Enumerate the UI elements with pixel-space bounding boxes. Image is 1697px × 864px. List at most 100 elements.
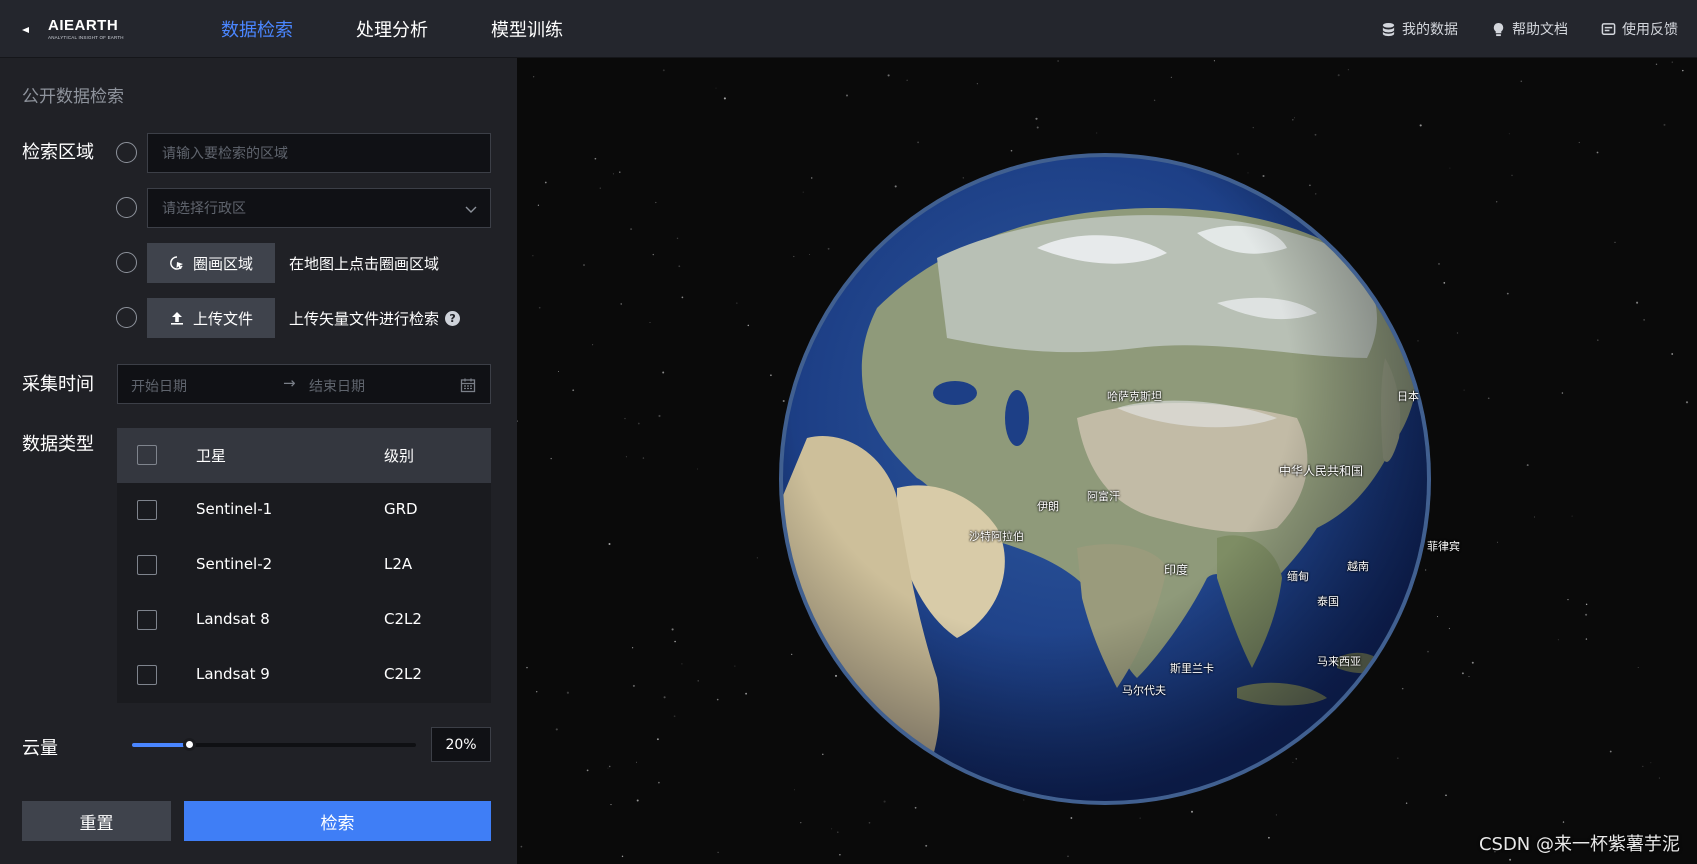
star (671, 628, 674, 631)
table-row[interactable]: Sentinel-2 L2A (117, 538, 491, 593)
star (868, 821, 871, 824)
region-search-input[interactable]: 请输入要检索的区域 (147, 133, 491, 173)
star (610, 804, 612, 806)
cloud-cover-slider[interactable] (132, 738, 416, 751)
star (791, 653, 793, 656)
radio-admin-select[interactable] (116, 197, 137, 218)
date-range-picker[interactable]: 开始日期 → 结束日期 (117, 364, 491, 404)
row-checkbox[interactable] (137, 500, 157, 520)
radio-upload-file[interactable] (116, 307, 137, 328)
star (1663, 123, 1666, 126)
star (557, 370, 560, 373)
globe-map-view[interactable]: 中华人民共和国 印度 斯里兰卡 马尔代夫 哈萨克斯坦 阿富汗 伊朗 沙特阿拉伯 … (517, 58, 1697, 864)
star (1655, 63, 1658, 65)
satellite-name: Landsat 8 (196, 610, 270, 628)
star (655, 201, 657, 204)
search-panel: 公开数据检索 检索区域 请输入要检索的区域 请选择行政区 圈画区域 在地图上点击… (0, 58, 517, 864)
star (537, 204, 540, 206)
product-level: L2A (384, 555, 413, 573)
star (809, 253, 811, 255)
star (716, 698, 719, 701)
star (1295, 758, 1297, 760)
star (723, 97, 726, 100)
map-label-saudi-arabia: 沙特阿拉伯 (969, 530, 1024, 543)
select-all-checkbox[interactable] (137, 445, 157, 465)
table-row[interactable]: Landsat 9 C2L2 (117, 648, 491, 703)
star (652, 253, 655, 256)
star (517, 420, 518, 423)
star (1153, 99, 1156, 102)
star (1671, 61, 1673, 63)
star (649, 322, 651, 323)
star (1438, 263, 1440, 265)
help-docs-link[interactable]: 帮助文档 (1491, 19, 1568, 39)
star (1557, 639, 1559, 641)
star (1509, 858, 1512, 861)
row-checkbox[interactable] (137, 555, 157, 575)
star (658, 414, 661, 418)
map-label-japan: 日本 (1397, 390, 1419, 403)
region-search-placeholder: 请输入要检索的区域 (162, 146, 288, 162)
star (1449, 167, 1451, 169)
map-label-malaysia: 马来西亚 (1317, 655, 1361, 668)
tab-data-search[interactable]: 数据检索 (221, 16, 293, 42)
star (839, 854, 841, 856)
star (887, 74, 890, 77)
cloud-slider-handle[interactable] (182, 738, 196, 751)
star (1650, 762, 1652, 764)
top-navigation-bar: AIEARTH ANALYTICAL INSIGHT OF EARTH 数据检索… (0, 0, 1697, 58)
star (1139, 817, 1141, 819)
row-checkbox[interactable] (137, 665, 157, 685)
star (1268, 836, 1270, 839)
star (1456, 332, 1459, 334)
table-row[interactable]: Sentinel-1 GRD (117, 483, 491, 538)
star (612, 173, 614, 175)
star (1562, 821, 1565, 823)
logo[interactable]: AIEARTH ANALYTICAL INSIGHT OF EARTH (20, 10, 130, 50)
start-date-input[interactable]: 开始日期 (131, 376, 187, 396)
upload-file-button[interactable]: 上传文件 (147, 298, 275, 338)
question-mark-icon[interactable]: ? (445, 311, 461, 326)
reset-button[interactable]: 重置 (22, 801, 171, 841)
draw-area-button[interactable]: 圈画区域 (147, 243, 275, 283)
star (917, 141, 919, 144)
star (894, 185, 897, 188)
star (637, 422, 640, 425)
end-date-input[interactable]: 结束日期 (309, 376, 365, 396)
star (620, 303, 622, 305)
satellite-name: Sentinel-2 (196, 555, 273, 573)
star (1070, 817, 1073, 819)
star (1585, 613, 1588, 616)
star (1463, 389, 1465, 391)
product-level: GRD (384, 500, 418, 518)
search-button[interactable]: 检索 (184, 801, 491, 841)
star (1448, 627, 1450, 630)
table-row[interactable]: Landsat 8 C2L2 (117, 593, 491, 648)
star (632, 647, 634, 649)
draw-area-hint: 在地图上点击圈画区域 (289, 253, 439, 274)
draw-area-label: 圈画区域 (192, 254, 253, 273)
star (1533, 516, 1536, 518)
star (1468, 676, 1470, 678)
star (632, 684, 635, 687)
tab-processing-analysis[interactable]: 处理分析 (356, 16, 428, 42)
star (592, 344, 594, 346)
feedback-link[interactable]: 使用反馈 (1601, 19, 1678, 39)
star (1511, 174, 1513, 177)
star (621, 855, 624, 858)
cloud-cover-value[interactable]: 20% (431, 727, 491, 762)
product-level: C2L2 (384, 665, 422, 683)
star (572, 389, 575, 392)
tab-model-training[interactable]: 模型训练 (491, 16, 563, 42)
row-checkbox[interactable] (137, 610, 157, 630)
radio-region-input[interactable] (116, 142, 137, 163)
logo-crescent-icon (22, 12, 46, 48)
star (1347, 69, 1349, 71)
radio-draw-area[interactable] (116, 252, 137, 273)
my-data-link[interactable]: 我的数据 (1381, 19, 1458, 39)
star (1405, 802, 1408, 804)
help-docs-label: 帮助文档 (1512, 22, 1568, 38)
star (642, 457, 645, 459)
admin-region-select[interactable]: 请选择行政区 (147, 188, 491, 228)
star (745, 692, 747, 695)
